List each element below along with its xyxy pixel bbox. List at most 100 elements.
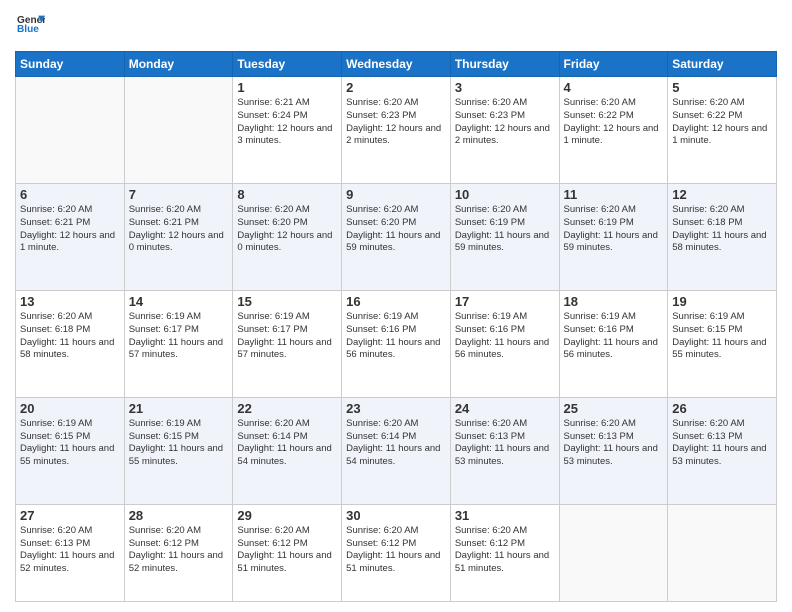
day-info: Sunrise: 6:19 AM Sunset: 6:16 PM Dayligh…: [455, 311, 555, 362]
day-info: Sunrise: 6:20 AM Sunset: 6:20 PM Dayligh…: [346, 204, 446, 255]
calendar-cell: 6 Sunrise: 6:20 AM Sunset: 6:21 PM Daylig…: [16, 183, 125, 290]
weekday-header-saturday: Saturday: [668, 52, 777, 77]
calendar-cell: 19 Sunrise: 6:19 AM Sunset: 6:15 PM Dayli…: [668, 290, 777, 397]
logo: General Blue: [15, 10, 45, 43]
calendar-week-row: 27 Sunrise: 6:20 AM Sunset: 6:13 PM Dayli…: [16, 504, 777, 601]
calendar-cell: 25Sunrise: 6:20 AM Sunset: 6:13 PM Dayli…: [559, 397, 668, 504]
weekday-header-friday: Friday: [559, 52, 668, 77]
day-number: 8: [237, 187, 337, 202]
day-number: 2: [346, 80, 446, 95]
day-number: 28: [129, 508, 229, 523]
day-info: Sunrise: 6:20 AM Sunset: 6:19 PM Dayligh…: [564, 204, 664, 255]
day-info: Sunrise: 6:20 AM Sunset: 6:13 PM Dayligh…: [672, 418, 772, 469]
weekday-header-thursday: Thursday: [450, 52, 559, 77]
day-info: Sunrise: 6:19 AM Sunset: 6:17 PM Dayligh…: [237, 311, 337, 362]
weekday-header-row: SundayMondayTuesdayWednesdayThursdayFrid…: [16, 52, 777, 77]
day-info: Sunrise: 6:20 AM Sunset: 6:18 PM Dayligh…: [20, 311, 120, 362]
day-number: 13: [20, 294, 120, 309]
calendar-cell: 12Sunrise: 6:20 AM Sunset: 6:18 PM Dayli…: [668, 183, 777, 290]
day-number: 31: [455, 508, 555, 523]
calendar-week-row: 20 Sunrise: 6:19 AM Sunset: 6:15 PM Dayli…: [16, 397, 777, 504]
page-container: General Blue SundayMondayTuesdayWednesda…: [0, 0, 792, 612]
calendar-cell: 15Sunrise: 6:19 AM Sunset: 6:17 PM Dayli…: [233, 290, 342, 397]
day-number: 24: [455, 401, 555, 416]
day-info: Sunrise: 6:20 AM Sunset: 6:12 PM Dayligh…: [129, 525, 229, 576]
calendar-cell: 22 Sunrise: 6:20 AM Sunset: 6:14 PM Dayli…: [233, 397, 342, 504]
calendar-cell: [124, 77, 233, 184]
calendar-cell: 16 Sunrise: 6:19 AM Sunset: 6:16 PM Dayli…: [342, 290, 451, 397]
day-info: Sunrise: 6:20 AM Sunset: 6:23 PM Dayligh…: [346, 97, 446, 148]
calendar-cell: 29 Sunrise: 6:20 AM Sunset: 6:12 PM Dayli…: [233, 504, 342, 601]
day-info: Sunrise: 6:20 AM Sunset: 6:12 PM Dayligh…: [237, 525, 337, 576]
day-number: 14: [129, 294, 229, 309]
day-info: Sunrise: 6:20 AM Sunset: 6:21 PM Dayligh…: [129, 204, 229, 255]
day-number: 19: [672, 294, 772, 309]
weekday-header-wednesday: Wednesday: [342, 52, 451, 77]
day-info: Sunrise: 6:19 AM Sunset: 6:15 PM Dayligh…: [672, 311, 772, 362]
calendar-cell: 10Sunrise: 6:20 AM Sunset: 6:19 PM Dayli…: [450, 183, 559, 290]
weekday-header-monday: Monday: [124, 52, 233, 77]
day-number: 18: [564, 294, 664, 309]
day-number: 17: [455, 294, 555, 309]
calendar-cell: [668, 504, 777, 601]
day-number: 11: [564, 187, 664, 202]
day-number: 29: [237, 508, 337, 523]
day-number: 6: [20, 187, 120, 202]
day-number: 27: [20, 508, 120, 523]
day-number: 16: [346, 294, 446, 309]
day-info: Sunrise: 6:20 AM Sunset: 6:14 PM Dayligh…: [237, 418, 337, 469]
day-number: 1: [237, 80, 337, 95]
calendar-cell: 30Sunrise: 6:20 AM Sunset: 6:12 PM Dayli…: [342, 504, 451, 601]
calendar-cell: 4Sunrise: 6:20 AM Sunset: 6:22 PM Daylig…: [559, 77, 668, 184]
day-number: 10: [455, 187, 555, 202]
calendar-cell: 31 Sunrise: 6:20 AM Sunset: 6:12 PM Dayli…: [450, 504, 559, 601]
day-info: Sunrise: 6:19 AM Sunset: 6:15 PM Dayligh…: [129, 418, 229, 469]
day-info: Sunrise: 6:20 AM Sunset: 6:13 PM Dayligh…: [455, 418, 555, 469]
calendar-week-row: 13 Sunrise: 6:20 AM Sunset: 6:18 PM Dayli…: [16, 290, 777, 397]
svg-text:Blue: Blue: [17, 24, 39, 35]
day-info: Sunrise: 6:20 AM Sunset: 6:18 PM Dayligh…: [672, 204, 772, 255]
calendar-cell: 3Sunrise: 6:20 AM Sunset: 6:23 PM Daylig…: [450, 77, 559, 184]
calendar-cell: 27 Sunrise: 6:20 AM Sunset: 6:13 PM Dayli…: [16, 504, 125, 601]
calendar-cell: 8 Sunrise: 6:20 AM Sunset: 6:20 PM Daylig…: [233, 183, 342, 290]
day-info: Sunrise: 6:19 AM Sunset: 6:16 PM Dayligh…: [564, 311, 664, 362]
day-info: Sunrise: 6:19 AM Sunset: 6:16 PM Dayligh…: [346, 311, 446, 362]
day-info: Sunrise: 6:20 AM Sunset: 6:14 PM Dayligh…: [346, 418, 446, 469]
day-info: Sunrise: 6:20 AM Sunset: 6:21 PM Dayligh…: [20, 204, 120, 255]
calendar-cell: 5 Sunrise: 6:20 AM Sunset: 6:22 PM Daylig…: [668, 77, 777, 184]
calendar-cell: 28 Sunrise: 6:20 AM Sunset: 6:12 PM Dayli…: [124, 504, 233, 601]
day-number: 25: [564, 401, 664, 416]
logo-icon: General Blue: [17, 10, 45, 38]
calendar-cell: 17 Sunrise: 6:19 AM Sunset: 6:16 PM Dayli…: [450, 290, 559, 397]
day-number: 22: [237, 401, 337, 416]
day-number: 9: [346, 187, 446, 202]
calendar-week-row: 6 Sunrise: 6:20 AM Sunset: 6:21 PM Daylig…: [16, 183, 777, 290]
day-number: 26: [672, 401, 772, 416]
day-number: 23: [346, 401, 446, 416]
calendar-cell: 1 Sunrise: 6:21 AM Sunset: 6:24 PM Daylig…: [233, 77, 342, 184]
calendar-cell: 23 Sunrise: 6:20 AM Sunset: 6:14 PM Dayli…: [342, 397, 451, 504]
header: General Blue: [15, 10, 777, 43]
weekday-header-tuesday: Tuesday: [233, 52, 342, 77]
day-number: 21: [129, 401, 229, 416]
calendar-cell: 14 Sunrise: 6:19 AM Sunset: 6:17 PM Dayli…: [124, 290, 233, 397]
calendar-cell: 13 Sunrise: 6:20 AM Sunset: 6:18 PM Dayli…: [16, 290, 125, 397]
day-info: Sunrise: 6:19 AM Sunset: 6:15 PM Dayligh…: [20, 418, 120, 469]
weekday-header-sunday: Sunday: [16, 52, 125, 77]
day-info: Sunrise: 6:20 AM Sunset: 6:13 PM Dayligh…: [20, 525, 120, 576]
calendar-cell: [16, 77, 125, 184]
calendar-table: SundayMondayTuesdayWednesdayThursdayFrid…: [15, 51, 777, 602]
calendar-cell: 21 Sunrise: 6:19 AM Sunset: 6:15 PM Dayli…: [124, 397, 233, 504]
day-info: Sunrise: 6:20 AM Sunset: 6:22 PM Dayligh…: [672, 97, 772, 148]
day-info: Sunrise: 6:20 AM Sunset: 6:22 PM Dayligh…: [564, 97, 664, 148]
calendar-cell: 18 Sunrise: 6:19 AM Sunset: 6:16 PM Dayli…: [559, 290, 668, 397]
day-info: Sunrise: 6:20 AM Sunset: 6:23 PM Dayligh…: [455, 97, 555, 148]
day-info: Sunrise: 6:19 AM Sunset: 6:17 PM Dayligh…: [129, 311, 229, 362]
calendar-cell: 24 Sunrise: 6:20 AM Sunset: 6:13 PM Dayli…: [450, 397, 559, 504]
day-info: Sunrise: 6:21 AM Sunset: 6:24 PM Dayligh…: [237, 97, 337, 148]
day-number: 20: [20, 401, 120, 416]
calendar-cell: 9 Sunrise: 6:20 AM Sunset: 6:20 PM Daylig…: [342, 183, 451, 290]
day-info: Sunrise: 6:20 AM Sunset: 6:12 PM Dayligh…: [455, 525, 555, 576]
day-info: Sunrise: 6:20 AM Sunset: 6:20 PM Dayligh…: [237, 204, 337, 255]
day-number: 5: [672, 80, 772, 95]
